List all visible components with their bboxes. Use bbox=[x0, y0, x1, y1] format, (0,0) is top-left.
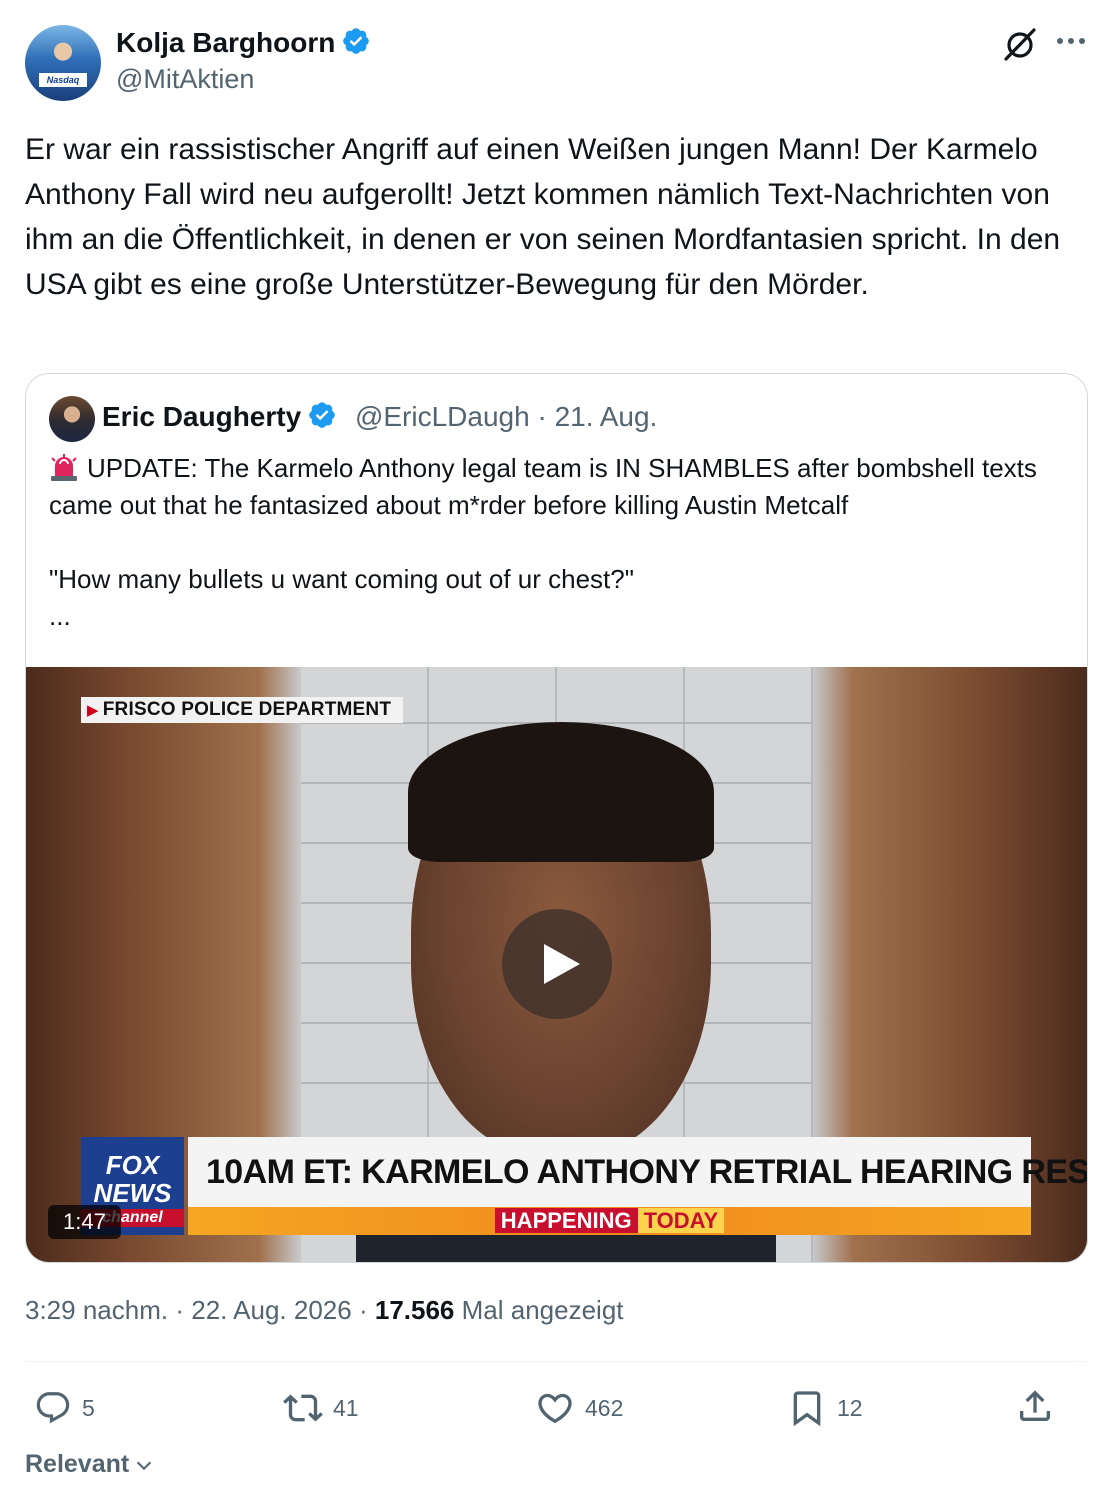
like-count: 462 bbox=[585, 1394, 624, 1421]
quoted-post-text: UPDATE: The Karmelo Anthony legal team i… bbox=[49, 453, 1037, 631]
like-button[interactable]: 462 bbox=[535, 1383, 623, 1433]
quoted-date-separator: · bbox=[537, 401, 547, 432]
quoted-author-handle[interactable]: @EricLDaugh bbox=[355, 401, 530, 432]
play-icon bbox=[544, 944, 580, 984]
view-count-label: Mal angezeigt bbox=[461, 1295, 624, 1325]
ticker-word-today: TODAY bbox=[637, 1208, 725, 1233]
heart-icon bbox=[538, 1393, 572, 1424]
sort-replies-dropdown[interactable]: Relevant bbox=[25, 1450, 155, 1479]
siren-icon bbox=[49, 454, 79, 482]
verified-badge-icon bbox=[341, 26, 371, 63]
post-date[interactable]: 22. Aug. 2026 bbox=[191, 1295, 351, 1325]
reply-icon bbox=[36, 1392, 70, 1424]
post-time[interactable]: 3:29 nachm. bbox=[25, 1295, 168, 1325]
video-subject-hair bbox=[408, 722, 714, 862]
more-icon[interactable] bbox=[1056, 34, 1086, 53]
sort-label: Relevant bbox=[25, 1450, 130, 1478]
reply-button[interactable]: 5 bbox=[34, 1383, 95, 1433]
quoted-author-row: Eric Daugherty @EricLDaugh · 21. Aug. bbox=[102, 400, 657, 437]
play-triangle-icon: ▶ bbox=[87, 702, 99, 719]
ticker-word-happening: HAPPENING bbox=[494, 1208, 638, 1233]
author-name[interactable]: Kolja Barghoorn bbox=[116, 27, 335, 58]
chyron-ticker: HAPPENING TODAY bbox=[188, 1207, 1031, 1235]
video-duration: 1:47 bbox=[48, 1205, 121, 1239]
play-button[interactable] bbox=[502, 909, 612, 1019]
chyron-headline: 10AM ET: KARMELO ANTHONY RETRIAL HEARING… bbox=[188, 1137, 1087, 1207]
logo-line-1: FOX bbox=[105, 1150, 160, 1180]
bookmark-count: 12 bbox=[837, 1394, 863, 1421]
repost-count: 41 bbox=[333, 1394, 359, 1421]
repost-icon bbox=[283, 1394, 323, 1422]
author-avatar[interactable]: Nasdaq bbox=[25, 25, 101, 101]
post-meta: 3:29 nachm. · 22. Aug. 2026 · 17.566 Mal… bbox=[25, 1295, 624, 1326]
quoted-author-name[interactable]: Eric Daugherty bbox=[102, 401, 301, 432]
quoted-post-card[interactable]: Eric Daugherty @EricLDaugh · 21. Aug. UP… bbox=[25, 373, 1088, 1263]
share-icon bbox=[1020, 1390, 1050, 1421]
quoted-author-avatar[interactable] bbox=[49, 396, 95, 442]
video-player[interactable]: ▶ FRISCO POLICE DEPARTMENT FOX NEWS chann… bbox=[26, 667, 1087, 1262]
video-source-badge: ▶ FRISCO POLICE DEPARTMENT bbox=[81, 697, 404, 723]
logo-line-2: NEWS bbox=[93, 1178, 172, 1208]
author-name-row[interactable]: Kolja Barghoorn bbox=[116, 26, 371, 63]
grok-icon[interactable] bbox=[1001, 25, 1039, 68]
bookmark-button[interactable]: 12 bbox=[787, 1383, 863, 1433]
repost-button[interactable]: 41 bbox=[283, 1383, 359, 1433]
view-count: 17.566 bbox=[374, 1295, 455, 1325]
reply-count: 5 bbox=[82, 1394, 95, 1421]
chevron-down-icon bbox=[137, 1461, 152, 1470]
avatar-nasdaq-logo: Nasdaq bbox=[39, 73, 87, 87]
action-bar: 5 41 462 12 bbox=[25, 1383, 1087, 1433]
author-handle[interactable]: @MitAktien bbox=[116, 64, 254, 95]
bookmark-icon bbox=[793, 1391, 821, 1427]
meta-separator: · bbox=[358, 1295, 368, 1325]
divider bbox=[25, 1361, 1087, 1362]
news-chyron: FOX NEWS channel 10AM ET: KARMELO ANTHON… bbox=[81, 1137, 1087, 1235]
share-button[interactable] bbox=[1015, 1386, 1055, 1431]
meta-separator: · bbox=[175, 1295, 184, 1325]
quoted-post-text-block: UPDATE: The Karmelo Anthony legal team i… bbox=[49, 450, 1069, 635]
post-text: Er war ein rassistischer Angriff auf ein… bbox=[25, 133, 1061, 301]
video-source-label: FRISCO POLICE DEPARTMENT bbox=[102, 699, 392, 720]
verified-badge-icon bbox=[307, 400, 337, 437]
quoted-post-date[interactable]: 21. Aug. bbox=[555, 401, 658, 432]
